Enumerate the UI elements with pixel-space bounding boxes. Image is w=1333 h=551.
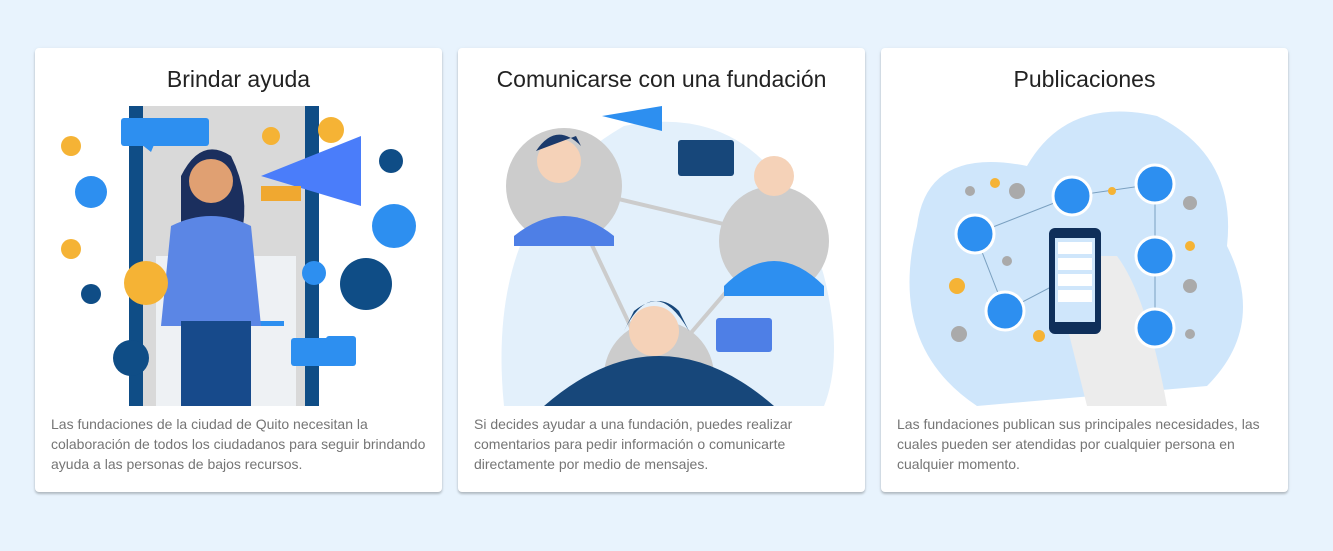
card-publicaciones[interactable]: Publicaciones Las fundaciones publican s… — [881, 48, 1288, 492]
card-title: Brindar ayuda — [166, 66, 311, 92]
card-description: Las fundaciones de la ciudad de Quito ne… — [51, 416, 426, 472]
megaphone-woman-illustration — [61, 106, 416, 406]
phone-network-illustration — [907, 106, 1262, 406]
card-description: Las fundaciones publican sus principales… — [897, 416, 1260, 472]
card-brindar-ayuda[interactable]: Brindar ayuda Las fundaciones de la ciud… — [35, 48, 442, 492]
card-title: Publicaciones — [1013, 66, 1156, 92]
people-network-illustration — [484, 106, 839, 406]
card-description: Si decides ayudar a una fundación, puede… — [474, 416, 793, 472]
card-comunicarse[interactable]: Comunicarse con una fundación Si decides… — [458, 48, 865, 492]
card-title: Comunicarse con una fundación — [496, 66, 827, 92]
